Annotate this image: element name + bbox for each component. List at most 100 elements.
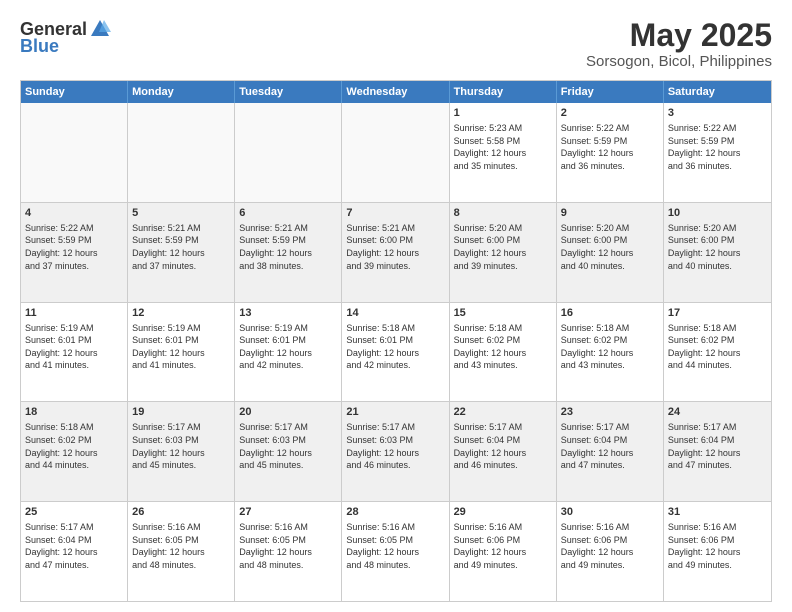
day-number: 18	[25, 405, 123, 420]
calendar-cell	[128, 103, 235, 202]
day-info: Sunrise: 5:18 AM Sunset: 6:01 PM Dayligh…	[346, 322, 444, 372]
calendar-cell: 7Sunrise: 5:21 AM Sunset: 6:00 PM Daylig…	[342, 203, 449, 302]
calendar-title: May 2025	[586, 18, 772, 53]
day-info: Sunrise: 5:16 AM Sunset: 6:05 PM Dayligh…	[239, 521, 337, 571]
day-number: 24	[668, 405, 767, 420]
calendar-header-cell: Wednesday	[342, 81, 449, 103]
calendar-cell: 5Sunrise: 5:21 AM Sunset: 5:59 PM Daylig…	[128, 203, 235, 302]
calendar-cell: 10Sunrise: 5:20 AM Sunset: 6:00 PM Dayli…	[664, 203, 771, 302]
day-number: 27	[239, 505, 337, 520]
day-number: 9	[561, 206, 659, 221]
calendar-cell: 24Sunrise: 5:17 AM Sunset: 6:04 PM Dayli…	[664, 402, 771, 501]
calendar-week: 18Sunrise: 5:18 AM Sunset: 6:02 PM Dayli…	[21, 402, 771, 502]
calendar-header-cell: Saturday	[664, 81, 771, 103]
calendar-week: 1Sunrise: 5:23 AM Sunset: 5:58 PM Daylig…	[21, 103, 771, 203]
calendar-cell	[235, 103, 342, 202]
day-number: 12	[132, 306, 230, 321]
day-number: 11	[25, 306, 123, 321]
day-number: 29	[454, 505, 552, 520]
logo: General Blue	[20, 18, 111, 57]
day-info: Sunrise: 5:19 AM Sunset: 6:01 PM Dayligh…	[132, 322, 230, 372]
calendar-cell: 31Sunrise: 5:16 AM Sunset: 6:06 PM Dayli…	[664, 502, 771, 601]
calendar-cell: 17Sunrise: 5:18 AM Sunset: 6:02 PM Dayli…	[664, 303, 771, 402]
day-info: Sunrise: 5:17 AM Sunset: 6:03 PM Dayligh…	[346, 421, 444, 471]
calendar-cell	[342, 103, 449, 202]
calendar-cell: 25Sunrise: 5:17 AM Sunset: 6:04 PM Dayli…	[21, 502, 128, 601]
calendar-cell: 28Sunrise: 5:16 AM Sunset: 6:05 PM Dayli…	[342, 502, 449, 601]
day-number: 8	[454, 206, 552, 221]
day-info: Sunrise: 5:22 AM Sunset: 5:59 PM Dayligh…	[561, 122, 659, 172]
calendar-cell: 19Sunrise: 5:17 AM Sunset: 6:03 PM Dayli…	[128, 402, 235, 501]
calendar-cell: 12Sunrise: 5:19 AM Sunset: 6:01 PM Dayli…	[128, 303, 235, 402]
day-number: 2	[561, 106, 659, 121]
calendar-cell: 23Sunrise: 5:17 AM Sunset: 6:04 PM Dayli…	[557, 402, 664, 501]
day-info: Sunrise: 5:20 AM Sunset: 6:00 PM Dayligh…	[561, 222, 659, 272]
calendar-header: SundayMondayTuesdayWednesdayThursdayFrid…	[21, 81, 771, 103]
day-info: Sunrise: 5:17 AM Sunset: 6:03 PM Dayligh…	[132, 421, 230, 471]
day-info: Sunrise: 5:16 AM Sunset: 6:06 PM Dayligh…	[454, 521, 552, 571]
day-number: 1	[454, 106, 552, 121]
day-number: 3	[668, 106, 767, 121]
day-info: Sunrise: 5:17 AM Sunset: 6:04 PM Dayligh…	[668, 421, 767, 471]
day-info: Sunrise: 5:18 AM Sunset: 6:02 PM Dayligh…	[454, 322, 552, 372]
calendar-header-cell: Monday	[128, 81, 235, 103]
calendar-header-cell: Friday	[557, 81, 664, 103]
calendar-cell: 29Sunrise: 5:16 AM Sunset: 6:06 PM Dayli…	[450, 502, 557, 601]
day-number: 13	[239, 306, 337, 321]
day-info: Sunrise: 5:22 AM Sunset: 5:59 PM Dayligh…	[668, 122, 767, 172]
day-info: Sunrise: 5:21 AM Sunset: 5:59 PM Dayligh…	[239, 222, 337, 272]
day-info: Sunrise: 5:21 AM Sunset: 5:59 PM Dayligh…	[132, 222, 230, 272]
day-number: 5	[132, 206, 230, 221]
day-info: Sunrise: 5:19 AM Sunset: 6:01 PM Dayligh…	[25, 322, 123, 372]
calendar-cell: 27Sunrise: 5:16 AM Sunset: 6:05 PM Dayli…	[235, 502, 342, 601]
day-info: Sunrise: 5:16 AM Sunset: 6:06 PM Dayligh…	[561, 521, 659, 571]
calendar-cell: 16Sunrise: 5:18 AM Sunset: 6:02 PM Dayli…	[557, 303, 664, 402]
calendar-cell: 8Sunrise: 5:20 AM Sunset: 6:00 PM Daylig…	[450, 203, 557, 302]
calendar-header-cell: Thursday	[450, 81, 557, 103]
day-info: Sunrise: 5:23 AM Sunset: 5:58 PM Dayligh…	[454, 122, 552, 172]
logo-blue: Blue	[20, 36, 59, 57]
day-number: 22	[454, 405, 552, 420]
calendar-cell: 9Sunrise: 5:20 AM Sunset: 6:00 PM Daylig…	[557, 203, 664, 302]
header: General Blue May 2025 Sorsogon, Bicol, P…	[20, 18, 772, 70]
day-number: 21	[346, 405, 444, 420]
day-number: 16	[561, 306, 659, 321]
day-number: 19	[132, 405, 230, 420]
day-number: 14	[346, 306, 444, 321]
day-number: 20	[239, 405, 337, 420]
calendar-cell: 18Sunrise: 5:18 AM Sunset: 6:02 PM Dayli…	[21, 402, 128, 501]
day-number: 26	[132, 505, 230, 520]
calendar-cell: 11Sunrise: 5:19 AM Sunset: 6:01 PM Dayli…	[21, 303, 128, 402]
logo-icon	[89, 18, 111, 40]
day-info: Sunrise: 5:19 AM Sunset: 6:01 PM Dayligh…	[239, 322, 337, 372]
calendar-cell: 3Sunrise: 5:22 AM Sunset: 5:59 PM Daylig…	[664, 103, 771, 202]
calendar-cell: 22Sunrise: 5:17 AM Sunset: 6:04 PM Dayli…	[450, 402, 557, 501]
calendar-cell: 13Sunrise: 5:19 AM Sunset: 6:01 PM Dayli…	[235, 303, 342, 402]
day-number: 30	[561, 505, 659, 520]
day-number: 4	[25, 206, 123, 221]
day-info: Sunrise: 5:22 AM Sunset: 5:59 PM Dayligh…	[25, 222, 123, 272]
calendar-week: 4Sunrise: 5:22 AM Sunset: 5:59 PM Daylig…	[21, 203, 771, 303]
day-info: Sunrise: 5:21 AM Sunset: 6:00 PM Dayligh…	[346, 222, 444, 272]
calendar-cell: 14Sunrise: 5:18 AM Sunset: 6:01 PM Dayli…	[342, 303, 449, 402]
day-info: Sunrise: 5:16 AM Sunset: 6:05 PM Dayligh…	[346, 521, 444, 571]
calendar-subtitle: Sorsogon, Bicol, Philippines	[586, 53, 772, 70]
day-info: Sunrise: 5:18 AM Sunset: 6:02 PM Dayligh…	[668, 322, 767, 372]
calendar-cell: 4Sunrise: 5:22 AM Sunset: 5:59 PM Daylig…	[21, 203, 128, 302]
day-info: Sunrise: 5:20 AM Sunset: 6:00 PM Dayligh…	[668, 222, 767, 272]
calendar-week: 11Sunrise: 5:19 AM Sunset: 6:01 PM Dayli…	[21, 303, 771, 403]
title-section: May 2025 Sorsogon, Bicol, Philippines	[586, 18, 772, 70]
calendar-cell: 15Sunrise: 5:18 AM Sunset: 6:02 PM Dayli…	[450, 303, 557, 402]
day-info: Sunrise: 5:17 AM Sunset: 6:03 PM Dayligh…	[239, 421, 337, 471]
day-info: Sunrise: 5:20 AM Sunset: 6:00 PM Dayligh…	[454, 222, 552, 272]
calendar-header-cell: Tuesday	[235, 81, 342, 103]
calendar-header-cell: Sunday	[21, 81, 128, 103]
calendar-cell: 20Sunrise: 5:17 AM Sunset: 6:03 PM Dayli…	[235, 402, 342, 501]
calendar-cell: 2Sunrise: 5:22 AM Sunset: 5:59 PM Daylig…	[557, 103, 664, 202]
day-info: Sunrise: 5:16 AM Sunset: 6:05 PM Dayligh…	[132, 521, 230, 571]
calendar-week: 25Sunrise: 5:17 AM Sunset: 6:04 PM Dayli…	[21, 502, 771, 601]
calendar-cell: 21Sunrise: 5:17 AM Sunset: 6:03 PM Dayli…	[342, 402, 449, 501]
day-info: Sunrise: 5:17 AM Sunset: 6:04 PM Dayligh…	[561, 421, 659, 471]
calendar-cell	[21, 103, 128, 202]
day-info: Sunrise: 5:18 AM Sunset: 6:02 PM Dayligh…	[25, 421, 123, 471]
